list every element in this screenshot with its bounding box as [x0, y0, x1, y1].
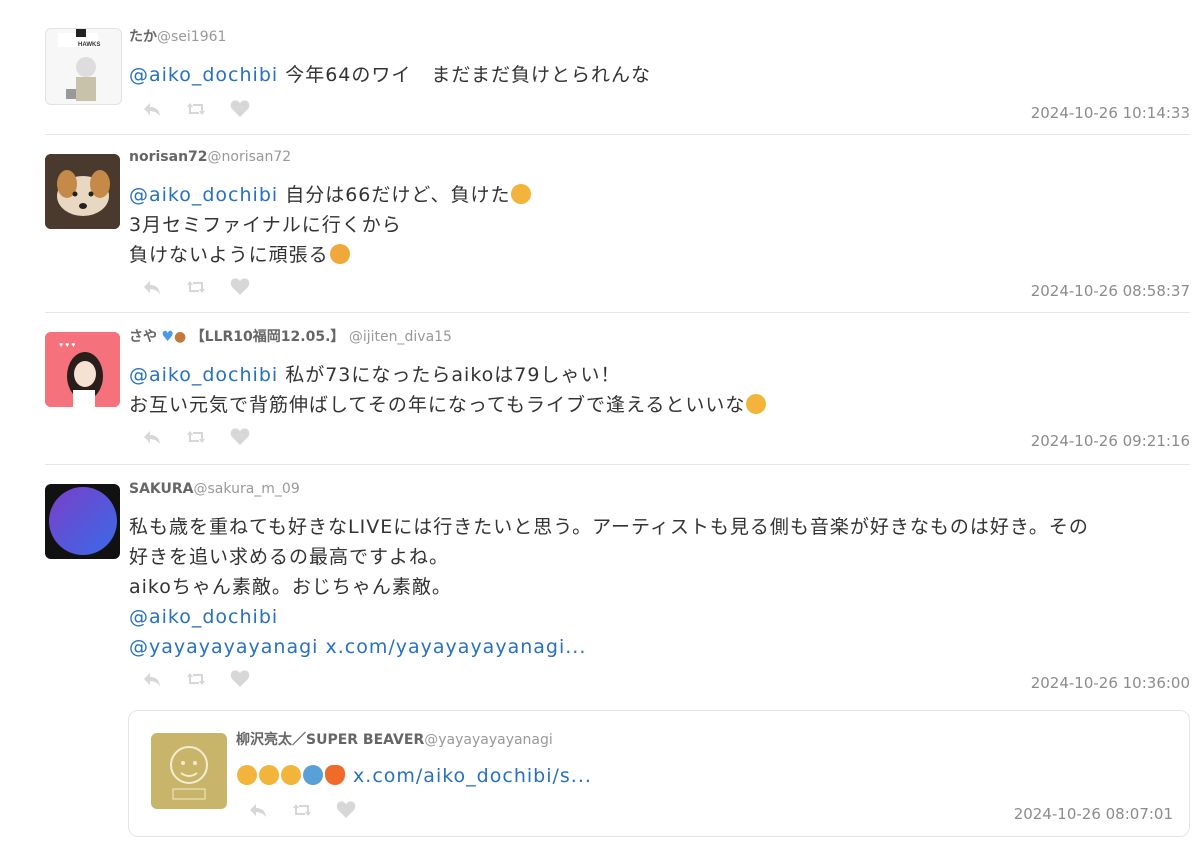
tweet-meta: 柳沢亮太／SUPER BEAVER@yayayayayanagi [236, 731, 1173, 749]
mention-link[interactable]: @aiko_dochibi [129, 602, 1190, 632]
timestamp[interactable]: 2024-10-26 08:07:01 [1014, 805, 1173, 823]
heart-icon[interactable] [229, 98, 251, 120]
author-handle[interactable]: @sakura_m_09 [194, 481, 300, 497]
tweet-content: norisan72@norisan72 @aiko_dochibi 自分は66だ… [129, 148, 1190, 270]
retweet-icon[interactable] [185, 426, 207, 448]
tweet-meta: たか@sei1961 [129, 28, 1190, 46]
tweet-actions [247, 799, 357, 821]
svg-text:HAWKS: HAWKS [78, 42, 100, 48]
blue-heart-icon: ♥ [161, 329, 175, 345]
tweet-content: SAKURA@sakura_m_09 私も歳を重ねても好きなLIVEには行きたい… [129, 480, 1190, 662]
tweet-text: @aiko_dochibi 私が73になったらaikoは79しゃい！ お互い元気… [129, 360, 1190, 420]
tweet-body-line2: お互い元気で背筋伸ばしてその年になってもライブで逢えるといいな [129, 394, 746, 416]
author-badge: 【LLR10福岡12.05.】 [190, 329, 345, 345]
tweet-text: 私も歳を重ねても好きなLIVEには行きたいと思う。アーティストも見る側も音楽が好… [129, 512, 1190, 662]
timestamp[interactable]: 2024-10-26 09:21:16 [1031, 432, 1190, 450]
tweet-body-line1: 私も歳を重ねても好きなLIVEには行きたいと思う。アーティストも見る側も音楽が好… [129, 516, 1089, 538]
author-handle[interactable]: @norisan72 [208, 149, 292, 165]
tweet-actions [141, 276, 251, 298]
reply-icon[interactable] [247, 799, 269, 821]
tweet-card: norisan72@norisan72 @aiko_dochibi 自分は66だ… [45, 148, 1190, 313]
mention-link[interactable]: @aiko_dochibi [129, 364, 278, 386]
retweet-icon[interactable] [291, 799, 313, 821]
relieved-emoji-icon [281, 765, 301, 785]
tweet-body: 今年64のワイ まだまだ負けとられんな [285, 64, 652, 86]
tweet-body-line2: 3月セミファイナルに行くから [129, 214, 402, 236]
tweet-actions [141, 426, 251, 448]
retweet-icon[interactable] [185, 98, 207, 120]
quoted-url-link[interactable]: x.com/aiko_dochibi/s... [353, 765, 592, 787]
steam-face-emoji-icon [329, 244, 350, 264]
tweet-text: x.com/aiko_dochibi/s... [236, 761, 1173, 791]
author-handle[interactable]: @ijiten_diva15 [349, 329, 452, 345]
reply-icon[interactable] [141, 98, 163, 120]
tweet-meta: SAKURA@sakura_m_09 [129, 480, 1190, 498]
avatar[interactable] [45, 154, 120, 229]
author-name[interactable]: 柳沢亮太／SUPER BEAVER [236, 732, 424, 748]
tweet-actions [141, 98, 251, 120]
reply-icon[interactable] [141, 426, 163, 448]
heart-icon[interactable] [229, 276, 251, 298]
cookie-icon: ● [174, 329, 187, 345]
tweet-content: たか@sei1961 @aiko_dochibi 今年64のワイ まだまだ負けと… [129, 28, 1190, 90]
mention-link[interactable]: @aiko_dochibi [129, 184, 278, 206]
quoted-tweet-card[interactable]: 柳沢亮太／SUPER BEAVER@yayayayayanagi x.com/a… [128, 710, 1190, 837]
author-handle[interactable]: @sei1961 [157, 29, 226, 45]
heart-eyes-emoji-icon [746, 394, 767, 414]
quoted-url-link[interactable]: x.com/yayayayayanagi... [326, 636, 587, 658]
heart-icon[interactable] [335, 799, 357, 821]
author-handle[interactable]: @yayayayayanagi [424, 732, 553, 748]
tweet-content: さや ♥● 【LLR10福岡12.05.】 @ijiten_diva15 @ai… [129, 328, 1190, 420]
quoted-content: 柳沢亮太／SUPER BEAVER@yayayayayanagi x.com/a… [236, 731, 1173, 791]
mention-link[interactable]: @yayayayayanagi [129, 636, 318, 658]
crying-emoji-icon [259, 765, 279, 785]
tweet-meta: norisan72@norisan72 [129, 148, 1190, 166]
tweet-body-line1: 自分は66だけど、負けた [285, 184, 511, 206]
tweet-body-line3: 負けないように頑張る [129, 244, 329, 266]
flushed-emoji-icon [237, 765, 257, 785]
author-name[interactable]: SAKURA [129, 481, 194, 497]
reply-icon[interactable] [141, 668, 163, 690]
heart-icon[interactable] [229, 426, 251, 448]
tweet-meta: さや ♥● 【LLR10福岡12.05.】 @ijiten_diva15 [129, 328, 1190, 346]
heart-icon[interactable] [229, 668, 251, 690]
author-name[interactable]: さや [129, 329, 157, 345]
svg-text:♥ ♥ ♥: ♥ ♥ ♥ [59, 342, 75, 349]
tweet-body-line3: aikoちゃん素敵。おじちゃん素敵。 [129, 576, 452, 598]
tweet-text: @aiko_dochibi 今年64のワイ まだまだ負けとられんな [129, 60, 1190, 90]
tweet-body-line2: 好きを追い求めるの最高ですよね。 [129, 546, 450, 568]
reply-icon[interactable] [141, 276, 163, 298]
timestamp[interactable]: 2024-10-26 08:58:37 [1031, 282, 1190, 300]
avatar[interactable]: HAWKS [45, 28, 122, 105]
person-bowing-emoji-icon [303, 765, 323, 785]
timestamp[interactable]: 2024-10-26 10:14:33 [1031, 104, 1190, 122]
retweet-icon[interactable] [185, 276, 207, 298]
avatar[interactable] [45, 484, 120, 559]
tweet-actions [141, 668, 251, 690]
tweet-card: ♥ ♥ ♥ さや ♥● 【LLR10福岡12.05.】 @ijiten_diva… [45, 328, 1190, 465]
avatar[interactable]: ♥ ♥ ♥ [45, 332, 120, 407]
author-name[interactable]: norisan72 [129, 149, 208, 165]
timestamp[interactable]: 2024-10-26 10:36:00 [1031, 674, 1190, 692]
tweet-body-line1: 私が73になったらaikoは79しゃい！ [285, 364, 621, 386]
fire-emoji-icon [325, 765, 345, 785]
tweet-card: HAWKS たか@sei1961 @aiko_dochibi 今年64のワイ ま… [45, 28, 1190, 135]
tweet-text: @aiko_dochibi 自分は66だけど、負けた 3月セミファイナルに行くか… [129, 180, 1190, 270]
retweet-icon[interactable] [185, 668, 207, 690]
avatar[interactable] [151, 733, 227, 809]
author-name[interactable]: たか [129, 29, 157, 45]
mention-link[interactable]: @aiko_dochibi [129, 64, 278, 86]
laughing-emoji-icon [511, 184, 532, 204]
